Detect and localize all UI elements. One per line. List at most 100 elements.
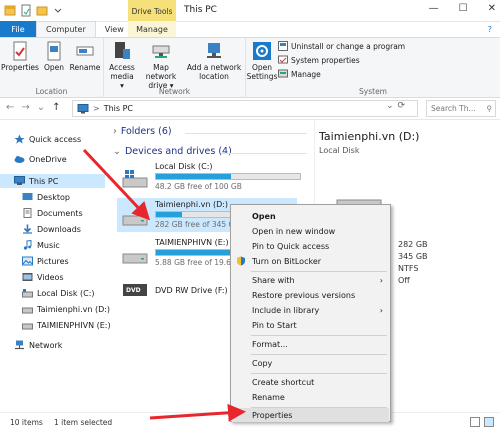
- drive-name: Local Disk (C:): [155, 162, 213, 171]
- rename-button[interactable]: Rename: [70, 41, 100, 72]
- ribbon: Properties Open Rename Location Access m…: [0, 38, 500, 98]
- drive-free-space: 48.2 GB free of 100 GB: [155, 182, 242, 191]
- map-drive-label: Map network drive ▾: [145, 63, 177, 90]
- address-actions: ⌄ ⟳: [386, 101, 405, 111]
- tab-file[interactable]: File: [0, 21, 36, 37]
- details-free-space: 282 GB: [398, 240, 428, 249]
- manage-button[interactable]: Manage: [278, 69, 321, 79]
- drive-icon: [22, 289, 33, 298]
- up-arrow-icon[interactable]: ↑: [52, 102, 60, 113]
- uninstall-label: Uninstall or change a program: [291, 41, 406, 51]
- menu-item-open-new-window[interactable]: Open in new window: [232, 224, 389, 238]
- open-button[interactable]: Open: [42, 41, 66, 72]
- forward-arrow-icon[interactable]: →: [21, 102, 29, 113]
- recent-locations-icon[interactable]: ⌄: [37, 102, 45, 113]
- drive-item-c[interactable]: Local Disk (C:) 48.2 GB free of 100 GB: [117, 160, 301, 194]
- explorer-icon: [4, 5, 16, 16]
- menu-item-pin-start[interactable]: Pin to Start: [232, 318, 389, 332]
- collapse-chevron-icon: ⌄: [113, 146, 121, 157]
- menu-item-copy[interactable]: Copy: [232, 356, 389, 370]
- cloud-icon: [14, 156, 25, 163]
- back-arrow-icon[interactable]: ←: [6, 102, 14, 113]
- drive-icon: [22, 307, 33, 314]
- address-field[interactable]: > This PC: [72, 100, 418, 117]
- this-pc-icon: [77, 103, 89, 113]
- refresh-icon[interactable]: ⟳: [398, 101, 406, 111]
- details-subtitle: Local Disk: [319, 146, 360, 155]
- nav-local-disk-c[interactable]: Local Disk (C:): [22, 286, 95, 300]
- nav-label: Desktop: [37, 192, 70, 202]
- nav-taimienphivn-e[interactable]: TAIMIENPHIVN (E:): [22, 318, 111, 332]
- location-group: Properties Open Rename Location: [0, 38, 104, 98]
- nav-label: Local Disk (C:): [37, 288, 95, 298]
- new-folder-icon[interactable]: [36, 4, 48, 17]
- menu-item-restore-versions[interactable]: Restore previous versions: [232, 288, 389, 302]
- network-group: Access media ▾ Map network drive ▾ Add a…: [104, 38, 246, 98]
- menu-item-properties[interactable]: Properties: [232, 408, 389, 422]
- system-group-label: System: [359, 87, 387, 96]
- quick-access-toolbar: [4, 4, 64, 17]
- uninstall-program-button[interactable]: Uninstall or change a program: [278, 41, 405, 51]
- details-title: Taimienphi.vn (D:): [319, 130, 420, 143]
- bitlocker-label: Turn on BitLocker: [252, 256, 322, 266]
- open-settings-button[interactable]: Open Settings: [246, 41, 278, 81]
- large-icons-view-icon[interactable]: [484, 417, 494, 427]
- ribbon-tabs: File Computer View Manage ?: [0, 21, 500, 38]
- help-icon[interactable]: ?: [488, 25, 492, 34]
- nav-onedrive[interactable]: OneDrive: [14, 152, 67, 166]
- maximize-button[interactable]: ☐: [459, 3, 468, 14]
- nav-this-pc[interactable]: This PC: [0, 174, 105, 188]
- address-dropdown-icon[interactable]: ⌄: [386, 101, 394, 111]
- nav-taimienphi-d[interactable]: Taimienphi.vn (D:): [22, 302, 110, 316]
- folders-group-header[interactable]: › Folders (6): [113, 126, 172, 137]
- nav-network[interactable]: Network: [14, 338, 62, 352]
- search-placeholder: Search Th...: [431, 104, 476, 113]
- add-network-location-button[interactable]: Add a network location: [186, 41, 242, 81]
- context-menu: Open Open in new window Pin to Quick acc…: [230, 204, 391, 422]
- menu-item-open[interactable]: Open: [232, 209, 389, 223]
- drive-free-space: 282 GB free of 345 GB: [155, 220, 240, 229]
- details-view-icon[interactable]: [470, 417, 480, 427]
- menu-item-turn-on-bitlocker[interactable]: Turn on BitLocker: [232, 254, 389, 268]
- window-title: This PC: [184, 5, 217, 15]
- network-drive-icon: [152, 45, 170, 58]
- access-media-button[interactable]: Access media ▾: [108, 41, 136, 90]
- nav-label: Quick access: [29, 134, 82, 144]
- customize-qat-icon[interactable]: [52, 4, 64, 17]
- map-network-drive-button[interactable]: Map network drive ▾: [138, 41, 184, 90]
- menu-item-format[interactable]: Format...: [232, 337, 389, 351]
- menu-item-include-library[interactable]: Include in library ›: [232, 303, 389, 317]
- add-location-label: Add a network location: [186, 63, 242, 81]
- system-properties-button[interactable]: System properties: [278, 55, 360, 65]
- open-label: Open: [43, 63, 65, 72]
- nav-quick-access[interactable]: Quick access: [14, 132, 81, 146]
- nav-downloads[interactable]: Downloads: [22, 222, 81, 236]
- nav-label: Videos: [37, 272, 64, 282]
- nav-pictures[interactable]: Pictures: [22, 254, 69, 268]
- properties-button[interactable]: Properties: [1, 41, 39, 72]
- menu-item-rename[interactable]: Rename: [232, 390, 389, 404]
- nav-videos[interactable]: Videos: [22, 270, 64, 284]
- expand-chevron-icon: ›: [113, 126, 117, 137]
- navigation-buttons: ← → ⌄ ↑: [6, 102, 61, 113]
- menu-item-create-shortcut[interactable]: Create shortcut: [232, 375, 389, 389]
- open-settings-label: Open Settings: [246, 63, 278, 81]
- search-input[interactable]: Search Th... ⚲: [426, 100, 496, 117]
- devices-group-header[interactable]: ⌄ Devices and drives (4): [113, 146, 232, 157]
- menu-item-share-with[interactable]: Share with ›: [232, 273, 389, 287]
- properties-label: Properties: [1, 63, 39, 72]
- minimize-button[interactable]: —: [429, 3, 439, 14]
- tab-manage[interactable]: Manage: [128, 21, 176, 37]
- nav-desktop[interactable]: Desktop: [22, 190, 70, 204]
- divider: [221, 153, 307, 154]
- network-location-icon: [207, 43, 221, 58]
- search-icon: ⚲: [486, 104, 493, 113]
- nav-music[interactable]: Music: [22, 238, 60, 252]
- properties-icon[interactable]: [20, 4, 32, 17]
- properties-check-icon: [13, 41, 27, 61]
- nav-documents[interactable]: Documents: [22, 206, 83, 220]
- tab-computer[interactable]: Computer: [36, 21, 96, 37]
- close-button[interactable]: ✕: [488, 3, 496, 14]
- submenu-arrow-icon: ›: [379, 275, 383, 285]
- menu-item-pin-quick-access[interactable]: Pin to Quick access: [232, 239, 389, 253]
